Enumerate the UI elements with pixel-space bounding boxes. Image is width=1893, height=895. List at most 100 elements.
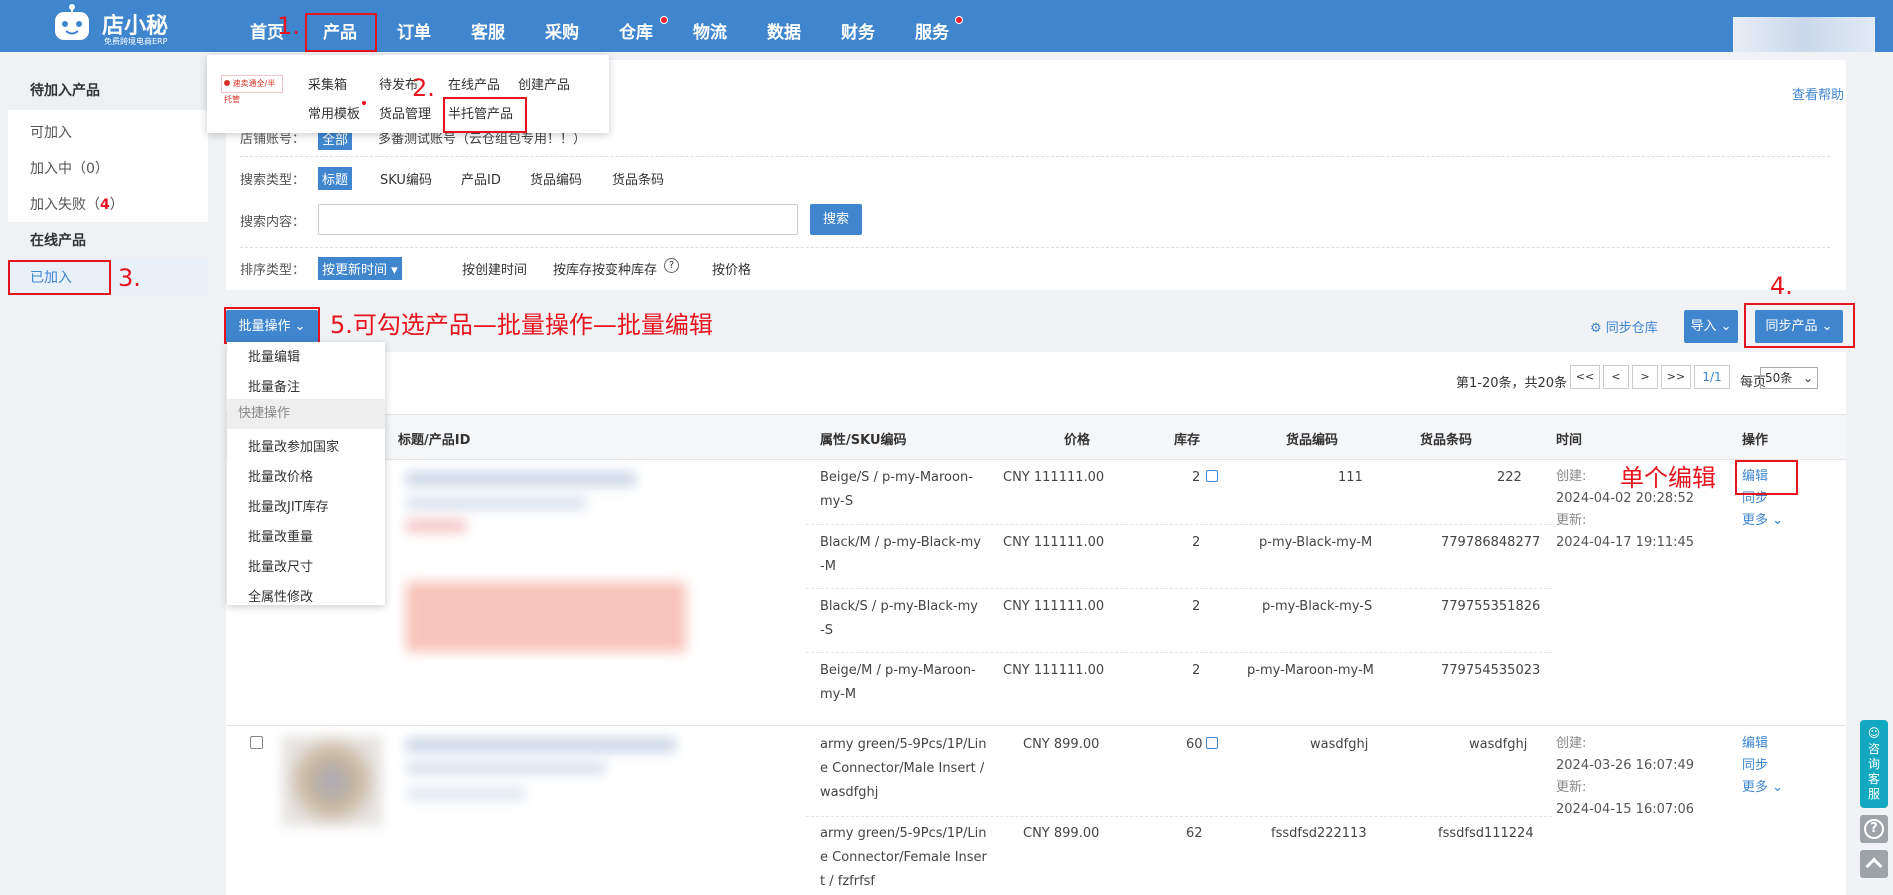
search-type-barcode[interactable]: 货品条码 — [612, 169, 664, 188]
nav-finance[interactable]: 财务 — [841, 18, 875, 43]
sku-attr: Beige/S / p-my-Maroon-my-S — [820, 466, 973, 514]
sku-barcode: 779755351826 — [1441, 599, 1541, 614]
sku-attr-line: army green/5-9Pcs/1P/Lin — [820, 737, 987, 752]
robot-icon — [50, 2, 94, 46]
sort-update-time[interactable]: 按更新时间 ▾ — [318, 257, 402, 280]
batch-change-countries[interactable]: 批量改参加国家 — [248, 436, 339, 455]
annotation-2: 2. — [412, 74, 435, 102]
sync-warehouse[interactable]: ⚙ 同步仓库 — [1590, 317, 1658, 336]
menu-create-product[interactable]: 创建产品 — [518, 74, 570, 93]
search-button[interactable]: 搜索 — [810, 204, 862, 235]
menu-goods-management[interactable]: 货品管理 — [379, 103, 431, 122]
nav-purchase[interactable]: 采购 — [545, 18, 579, 43]
edit-stock-icon[interactable] — [1206, 470, 1218, 482]
sku-goods-code: p-my-Maroon-my-M — [1247, 663, 1374, 678]
search-type-title[interactable]: 标题 — [318, 167, 353, 190]
sort-price[interactable]: 按价格 — [712, 259, 751, 278]
batch-all-attributes[interactable]: 全属性修改 — [248, 586, 313, 605]
highlight-product-nav — [305, 13, 377, 52]
more-link[interactable]: 更多 ⌄ — [1742, 510, 1783, 532]
sidebar-item-available[interactable]: 可加入 — [8, 122, 72, 142]
sku-stock: 60 — [1186, 737, 1203, 752]
sidebar-item-joining[interactable]: 加入中（0） — [8, 158, 109, 178]
batch-change-size[interactable]: 批量改尺寸 — [248, 556, 313, 575]
product-title-blurred — [406, 472, 636, 486]
header-actions: 操作 — [1742, 433, 1769, 448]
updated-time: 2024-04-15 16:07:06 — [1556, 802, 1695, 817]
sku-goods-code: p-my-Black-my-M — [1259, 535, 1373, 550]
sku-goods-code: p-my-Black-my-S — [1262, 599, 1373, 614]
logo[interactable]: 店小秘 免费跨境电商ERP — [50, 2, 180, 46]
batch-change-jit-stock[interactable]: 批量改JIT库存 — [248, 496, 329, 515]
warehouse-badge — [660, 16, 668, 24]
nav-warehouse[interactable]: 仓库 — [619, 18, 653, 43]
nav-services[interactable]: 服务 — [915, 18, 949, 43]
row-checkbox[interactable] — [250, 736, 263, 749]
sidebar-item-failed[interactable]: 加入失败（4） — [8, 194, 124, 214]
sku-attr-line: -S — [820, 623, 833, 638]
more-link[interactable]: 更多 ⌄ — [1742, 777, 1783, 799]
product-title-blurred — [406, 762, 606, 774]
pager-first[interactable]: << — [1570, 365, 1600, 389]
sku-attr-line: Beige/M / p-my-Maroon- — [820, 663, 976, 678]
edit-stock-icon[interactable] — [1206, 737, 1218, 749]
sort-variant-stock[interactable]: 按变种库存 — [592, 259, 657, 278]
sort-stock[interactable]: 按库存 — [553, 259, 592, 278]
search-input[interactable] — [318, 204, 798, 235]
nav-orders[interactable]: 订单 — [397, 18, 431, 43]
header-price: 价格 — [1064, 433, 1091, 448]
failed-label: 加入失败（ — [30, 197, 100, 213]
help-button[interactable]: ? — [1860, 815, 1888, 843]
help-link[interactable]: 查看帮助 — [1792, 84, 1844, 103]
page-size-value: 50条 — [1765, 371, 1793, 385]
pager-prev[interactable]: < — [1603, 365, 1629, 389]
consult-service-button[interactable]: ☺ 咨询客服 — [1860, 720, 1888, 808]
annotation-5: 5.可勾选产品—批量操作—批量编辑 — [330, 311, 713, 339]
pager-last[interactable]: >> — [1661, 365, 1691, 389]
menu-common-templates[interactable]: 常用模板 — [308, 103, 360, 122]
batch-change-price[interactable]: 批量改价格 — [248, 466, 313, 485]
import-button[interactable]: 导入 ⌄ — [1684, 310, 1738, 343]
badge-text: 速卖通全/半托管 — [224, 79, 276, 104]
nav-service[interactable]: 客服 — [471, 18, 505, 43]
page-size-select[interactable]: 50条 ⌄ — [1760, 367, 1818, 389]
sku-barcode: 222 — [1497, 470, 1522, 485]
updated-label: 更新: — [1556, 513, 1587, 528]
header-barcode: 货品条码 — [1420, 433, 1473, 448]
nav-data[interactable]: 数据 — [767, 18, 801, 43]
sync-link[interactable]: 同步 — [1742, 755, 1783, 777]
user-account-area[interactable] — [1733, 17, 1875, 52]
search-type-label: 搜索类型： — [240, 173, 306, 188]
sku-attr-line: Black/M / p-my-Black-my — [820, 535, 981, 550]
row-divider — [806, 816, 1552, 817]
product-id-blurred — [406, 520, 466, 532]
back-to-top-button[interactable] — [1860, 850, 1888, 878]
sku-barcode: fssdfsd111224 — [1438, 826, 1534, 841]
sku-stock: 2 — [1192, 535, 1201, 550]
row-divider — [806, 588, 1552, 589]
more-label: 更多 — [1742, 513, 1769, 528]
divider — [240, 156, 1830, 157]
menu-online-products[interactable]: 在线产品 — [448, 74, 500, 93]
sort-create-time[interactable]: 按创建时间 — [462, 259, 527, 278]
edit-link[interactable]: 编辑 — [1742, 733, 1783, 755]
sku-stock: 2 — [1192, 470, 1201, 485]
menu-collect-box[interactable]: 采集箱 — [308, 74, 347, 93]
pager-next[interactable]: > — [1632, 365, 1658, 389]
annotation-3: 3. — [118, 264, 141, 292]
search-type-sku[interactable]: SKU编码 — [380, 169, 432, 188]
nav-logistics[interactable]: 物流 — [693, 18, 727, 43]
sku-attr-line: t / fzfrfsf — [820, 874, 875, 889]
product-thumbnail[interactable] — [282, 736, 382, 826]
batch-change-weight[interactable]: 批量改重量 — [248, 526, 313, 545]
sku-attr: Beige/M / p-my-Maroon-my-M — [820, 659, 976, 707]
question-icon[interactable]: ? — [664, 258, 679, 273]
sku-attr: Black/S / p-my-Black-my -S — [820, 595, 978, 643]
sku-attr: army green/5-9Pcs/1P/Lin e Connector/Fema… — [820, 822, 987, 894]
highlight-semi-managed — [443, 97, 527, 133]
batch-note[interactable]: 批量备注 — [248, 376, 300, 395]
sort-update-time-label: 按更新时间 — [322, 263, 388, 278]
search-type-goods-code[interactable]: 货品编码 — [530, 169, 582, 188]
batch-edit[interactable]: 批量编辑 — [248, 346, 300, 365]
search-type-product-id[interactable]: 产品ID — [461, 169, 501, 188]
